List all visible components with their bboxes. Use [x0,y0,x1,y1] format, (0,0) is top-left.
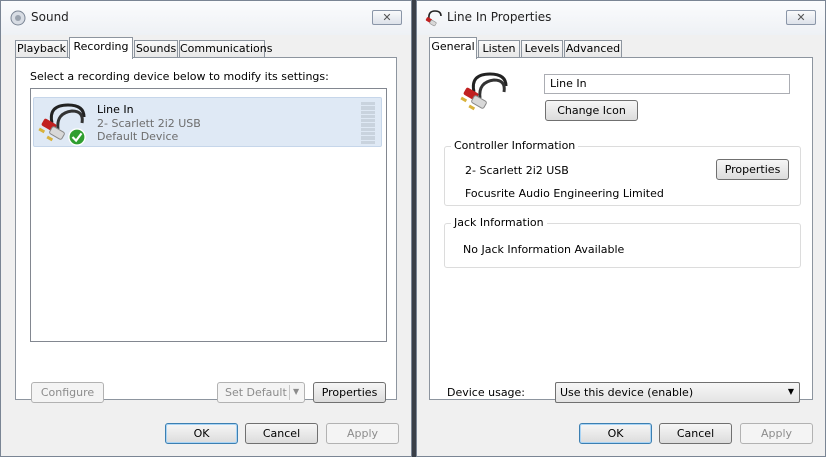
tab-levels[interactable]: Levels [521,40,563,58]
chevron-down-icon: ▼ [787,387,794,396]
level-meter [361,102,375,144]
window-title: Line In Properties [447,10,552,24]
general-panel: Line In Change Icon Controller Informati… [429,57,813,403]
jack-info-text: No Jack Information Available [463,243,625,256]
instruction-text: Select a recording device below to modif… [30,70,329,83]
controller-manufacturer: Focusrite Audio Engineering Limited [465,187,664,200]
tab-general[interactable]: General [429,37,477,59]
speaker-icon [10,10,26,26]
set-default-split-button[interactable]: Set Default ▼ [217,382,305,403]
device-usage-select[interactable]: Use this device (enable) ▼ [555,382,800,403]
tab-communications[interactable]: Communications [179,40,272,58]
device-status: Default Device [97,130,179,143]
device-name-value: Line In [550,77,587,90]
tab-sounds[interactable]: Sounds [134,40,178,58]
sound-titlebar[interactable]: Sound ✕ [1,1,411,35]
recording-panel: Select a recording device below to modif… [15,57,397,400]
ok-button[interactable]: OK [579,423,652,444]
cancel-button[interactable]: Cancel [245,423,318,444]
controller-heading: Controller Information [451,139,579,152]
close-button[interactable]: ✕ [786,10,816,25]
sound-window: Sound ✕ Playback Recording Sounds Commun… [0,0,412,457]
window-title: Sound [31,10,69,24]
split-divider [289,385,290,400]
apply-button[interactable]: Apply [326,423,399,444]
tab-advanced[interactable]: Advanced [564,40,622,58]
properties-window: Line In Properties ✕ General Listen Leve… [416,0,826,457]
apply-button[interactable]: Apply [740,423,813,444]
controller-device: 2- Scarlett 2i2 USB [465,164,569,177]
set-default-label: Set Default [225,386,287,399]
device-usage-value: Use this device (enable) [560,386,694,399]
device-subtitle: 2- Scarlett 2i2 USB [97,117,201,130]
line-in-device-icon [460,72,508,111]
properties-titlebar[interactable]: Line In Properties ✕ [417,1,825,35]
properties-button[interactable]: Properties [313,382,386,403]
ok-button[interactable]: OK [165,423,238,444]
close-button[interactable]: ✕ [372,10,402,25]
change-icon-button[interactable]: Change Icon [545,100,638,121]
list-item[interactable]: Line In 2- Scarlett 2i2 USB Default Devi… [33,97,382,147]
line-in-title-icon [425,10,442,27]
tab-listen[interactable]: Listen [478,40,520,58]
configure-button[interactable]: Configure [31,382,104,403]
controller-information-group: Controller Information 2- Scarlett 2i2 U… [444,139,801,206]
jack-heading: Jack Information [451,216,547,229]
cancel-button[interactable]: Cancel [659,423,732,444]
controller-properties-button[interactable]: Properties [716,159,789,180]
tab-playback[interactable]: Playback [15,40,68,58]
tab-recording[interactable]: Recording [69,37,133,59]
device-usage-label: Device usage: [447,386,526,399]
chevron-down-icon[interactable]: ▼ [293,387,299,396]
device-list[interactable]: Line In 2- Scarlett 2i2 USB Default Devi… [30,88,387,342]
device-name-field[interactable]: Line In [544,74,790,94]
default-check-icon [68,128,86,146]
device-name: Line In [97,103,134,116]
jack-information-group: Jack Information No Jack Information Ava… [444,216,801,268]
